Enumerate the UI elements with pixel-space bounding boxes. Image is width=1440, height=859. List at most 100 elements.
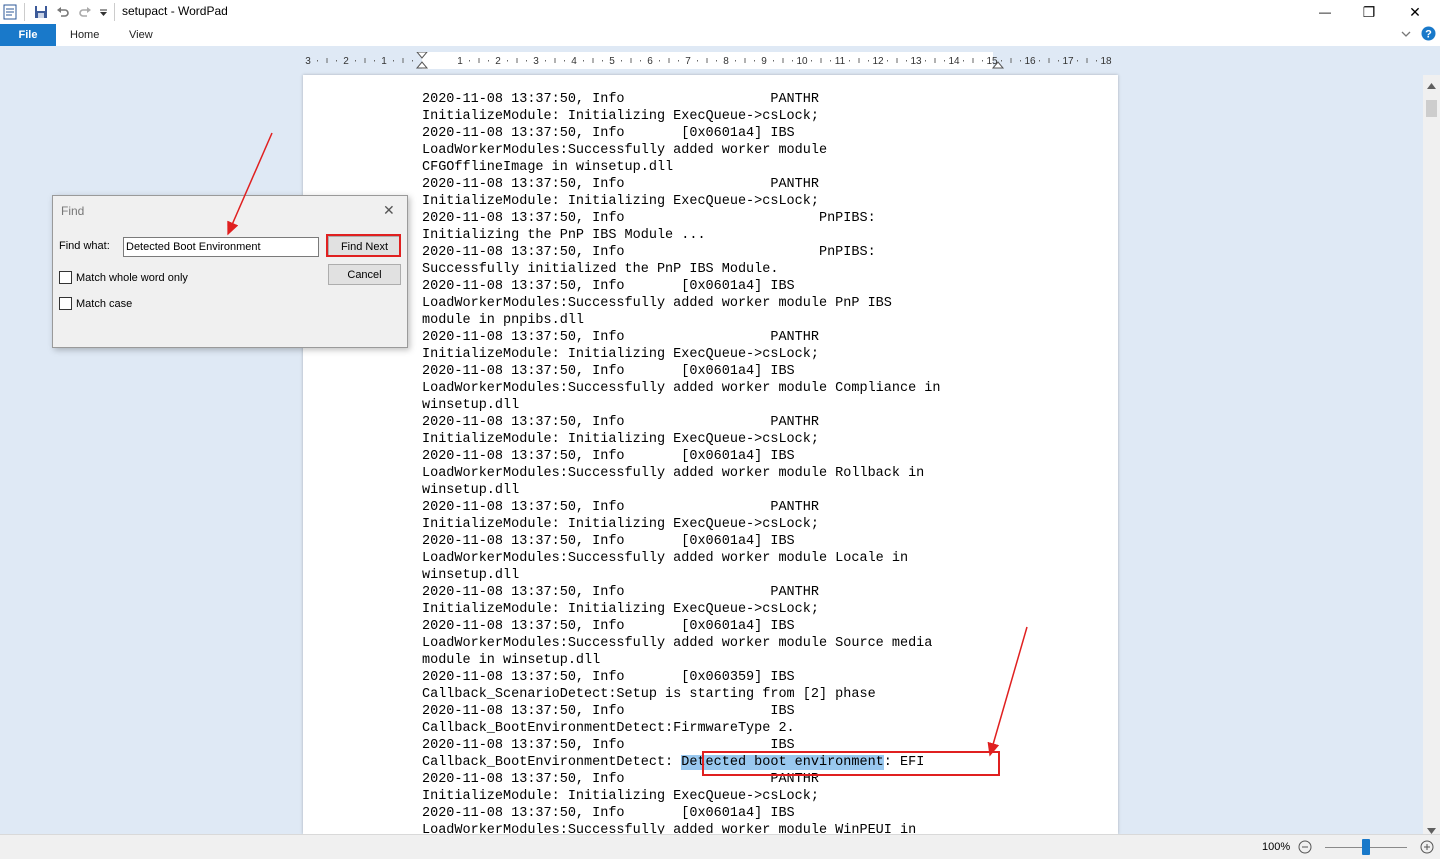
save-icon[interactable] (32, 3, 50, 21)
document-line[interactable]: module in pnpibs.dll (422, 312, 940, 329)
document-line[interactable]: winsetup.dll (422, 482, 940, 499)
ruler-tick (336, 60, 337, 62)
document-line[interactable]: 2020-11-08 13:37:50, Info PANTHR (422, 329, 940, 346)
ruler-tick (982, 60, 983, 62)
document-line[interactable]: LoadWorkerModules:Successfully added wor… (422, 635, 940, 652)
document-line[interactable]: InitializeModule: Initializing ExecQueue… (422, 193, 940, 210)
document-line[interactable]: 2020-11-08 13:37:50, Info [0x0601a4] IBS (422, 448, 940, 465)
undo-icon[interactable] (54, 3, 72, 21)
document-line[interactable]: Successfully initialized the PnP IBS Mod… (422, 261, 940, 278)
document-line[interactable]: LoadWorkerModules:Successfully added wor… (422, 380, 940, 397)
ribbon-collapse-icon[interactable] (1400, 28, 1412, 43)
ruler-tick (1048, 58, 1050, 63)
ruler-number: 11 (835, 56, 846, 67)
document-line[interactable]: CFGOfflineImage in winsetup.dll (422, 159, 940, 176)
document-line[interactable]: 2020-11-08 13:37:50, Info [0x0601a4] IBS (422, 533, 940, 550)
ruler-number: 9 (761, 56, 767, 67)
ruler-number: 17 (1062, 56, 1074, 67)
document-line[interactable]: 2020-11-08 13:37:50, Info [0x0601a4] IBS (422, 805, 940, 822)
ruler-tick (393, 60, 394, 62)
document-line[interactable]: 2020-11-08 13:37:50, Info [0x0601a4] IBS (422, 618, 940, 635)
ruler-tick (364, 58, 366, 63)
document-line[interactable]: 2020-11-08 13:37:50, Info PANTHR (422, 176, 940, 193)
ruler-number: 6 (647, 56, 653, 67)
document-line[interactable]: 2020-11-08 13:37:50, Info [0x0601a4] IBS (422, 363, 940, 380)
window-title: setupact - WordPad (122, 4, 228, 18)
document-line[interactable]: 2020-11-08 13:37:50, Info PANTHR (422, 499, 940, 516)
zoom-slider-thumb[interactable] (1362, 839, 1370, 855)
document-line[interactable]: 2020-11-08 13:37:50, Info [0x0601a4] IBS (422, 278, 940, 295)
document-line[interactable]: module in winsetup.dll (422, 652, 940, 669)
document-line[interactable]: InitializeModule: Initializing ExecQueue… (422, 601, 940, 618)
document-line[interactable]: Initializing the PnP IBS Module ... (422, 227, 940, 244)
document-line[interactable]: LoadWorkerModules:Successfully added wor… (422, 142, 940, 159)
checkbox-box[interactable] (59, 271, 72, 284)
ruler-number: 5 (609, 56, 615, 67)
tab-view[interactable]: View (129, 24, 153, 46)
document-line[interactable]: 2020-11-08 13:37:50, Info PANTHR (422, 91, 940, 108)
document-line[interactable]: LoadWorkerModules:Successfully added wor… (422, 550, 940, 567)
document-line[interactable]: winsetup.dll (422, 567, 940, 584)
minimize-button[interactable]: — (1302, 0, 1348, 24)
document-line[interactable]: 2020-11-08 13:37:50, Info PANTHR (422, 414, 940, 431)
document-line[interactable]: 2020-11-08 13:37:50, Info [0x060359] IBS (422, 669, 940, 686)
ruler-tick (507, 60, 508, 62)
ruler-number: 4 (571, 56, 577, 67)
tab-file[interactable]: File (0, 24, 56, 46)
document-line[interactable]: LoadWorkerModules:Successfully added wor… (422, 295, 940, 312)
ruler-tick (868, 60, 869, 62)
document-line[interactable]: 2020-11-08 13:37:50, Info [0x0601a4] IBS (422, 125, 940, 142)
ruler-tick (659, 60, 660, 62)
ruler-tick (564, 60, 565, 62)
find-what-input[interactable] (123, 237, 319, 257)
ruler-tick (1077, 60, 1078, 62)
document-line[interactable]: winsetup.dll (422, 397, 940, 414)
document-line[interactable]: 2020-11-08 13:37:50, Info PnPIBS: (422, 244, 940, 261)
document-line[interactable]: InitializeModule: Initializing ExecQueue… (422, 788, 940, 805)
ruler-tick (402, 58, 404, 63)
help-icon[interactable]: ? (1421, 26, 1436, 44)
ruler-tick (744, 58, 746, 63)
ruler-tick (1096, 60, 1097, 62)
document-line[interactable]: LoadWorkerModules:Successfully added wor… (422, 465, 940, 482)
svg-text:?: ? (1425, 29, 1432, 41)
ruler-tick (830, 60, 831, 62)
document-line[interactable]: 2020-11-08 13:37:50, Info IBS (422, 703, 940, 720)
tab-home[interactable]: Home (70, 24, 99, 46)
checkbox-box[interactable] (59, 297, 72, 310)
ruler-scale: 3 2 1 1 2 3 4 5 6 7 8 9 10 11 12 13 14 15 16 17 18 (303, 52, 1117, 69)
zoom-level: 100% (1262, 841, 1291, 853)
zoom-in-icon[interactable] (1420, 840, 1434, 857)
ruler-tick (820, 58, 822, 63)
document-line[interactable]: InitializeModule: Initializing ExecQueue… (422, 108, 940, 125)
redo-icon[interactable] (76, 3, 94, 21)
scroll-thumb[interactable] (1426, 100, 1437, 117)
find-dialog: Find ✕ Find what: Find Next Cancel Match… (52, 195, 408, 348)
document-line[interactable]: Callback_ScenarioDetect:Setup is startin… (422, 686, 940, 703)
document-line[interactable]: InitializeModule: Initializing ExecQueue… (422, 516, 940, 533)
match-case-checkbox[interactable]: Match case (59, 297, 132, 310)
close-button[interactable]: ✕ (1392, 0, 1438, 24)
document-line[interactable]: Callback_BootEnvironmentDetect:FirmwareT… (422, 720, 940, 737)
customize-toolbar-icon[interactable] (97, 3, 109, 21)
document-line[interactable]: InitializeModule: Initializing ExecQueue… (422, 346, 940, 363)
vertical-scrollbar[interactable] (1423, 75, 1440, 834)
scroll-up-icon[interactable] (1427, 78, 1436, 92)
document-page[interactable]: 2020-11-08 13:37:50, Info PANTHR Initiali… (303, 75, 1118, 838)
restore-button[interactable]: ❐ (1346, 0, 1392, 24)
ruler-tick (773, 60, 774, 62)
ruler-number: 13 (910, 56, 922, 67)
wordpad-app-icon[interactable] (2, 3, 18, 21)
zoom-out-icon[interactable] (1298, 840, 1312, 857)
document-text[interactable]: 2020-11-08 13:37:50, Info PANTHR Initiali… (422, 91, 940, 839)
ruler-tick (811, 60, 812, 62)
match-whole-word-checkbox[interactable]: Match whole word only (59, 271, 188, 284)
document-line[interactable]: InitializeModule: Initializing ExecQueue… (422, 431, 940, 448)
ruler-tick (478, 58, 480, 63)
cancel-button[interactable]: Cancel (328, 264, 401, 285)
document-line[interactable]: 2020-11-08 13:37:50, Info PnPIBS: (422, 210, 940, 227)
close-icon[interactable]: ✕ (383, 202, 395, 219)
document-line[interactable]: 2020-11-08 13:37:50, Info PANTHR (422, 584, 940, 601)
ruler-tick (1058, 60, 1059, 62)
ruler[interactable]: 3 2 1 1 2 3 4 5 6 7 8 9 10 11 12 13 14 15 16 17 18 (303, 52, 1117, 69)
